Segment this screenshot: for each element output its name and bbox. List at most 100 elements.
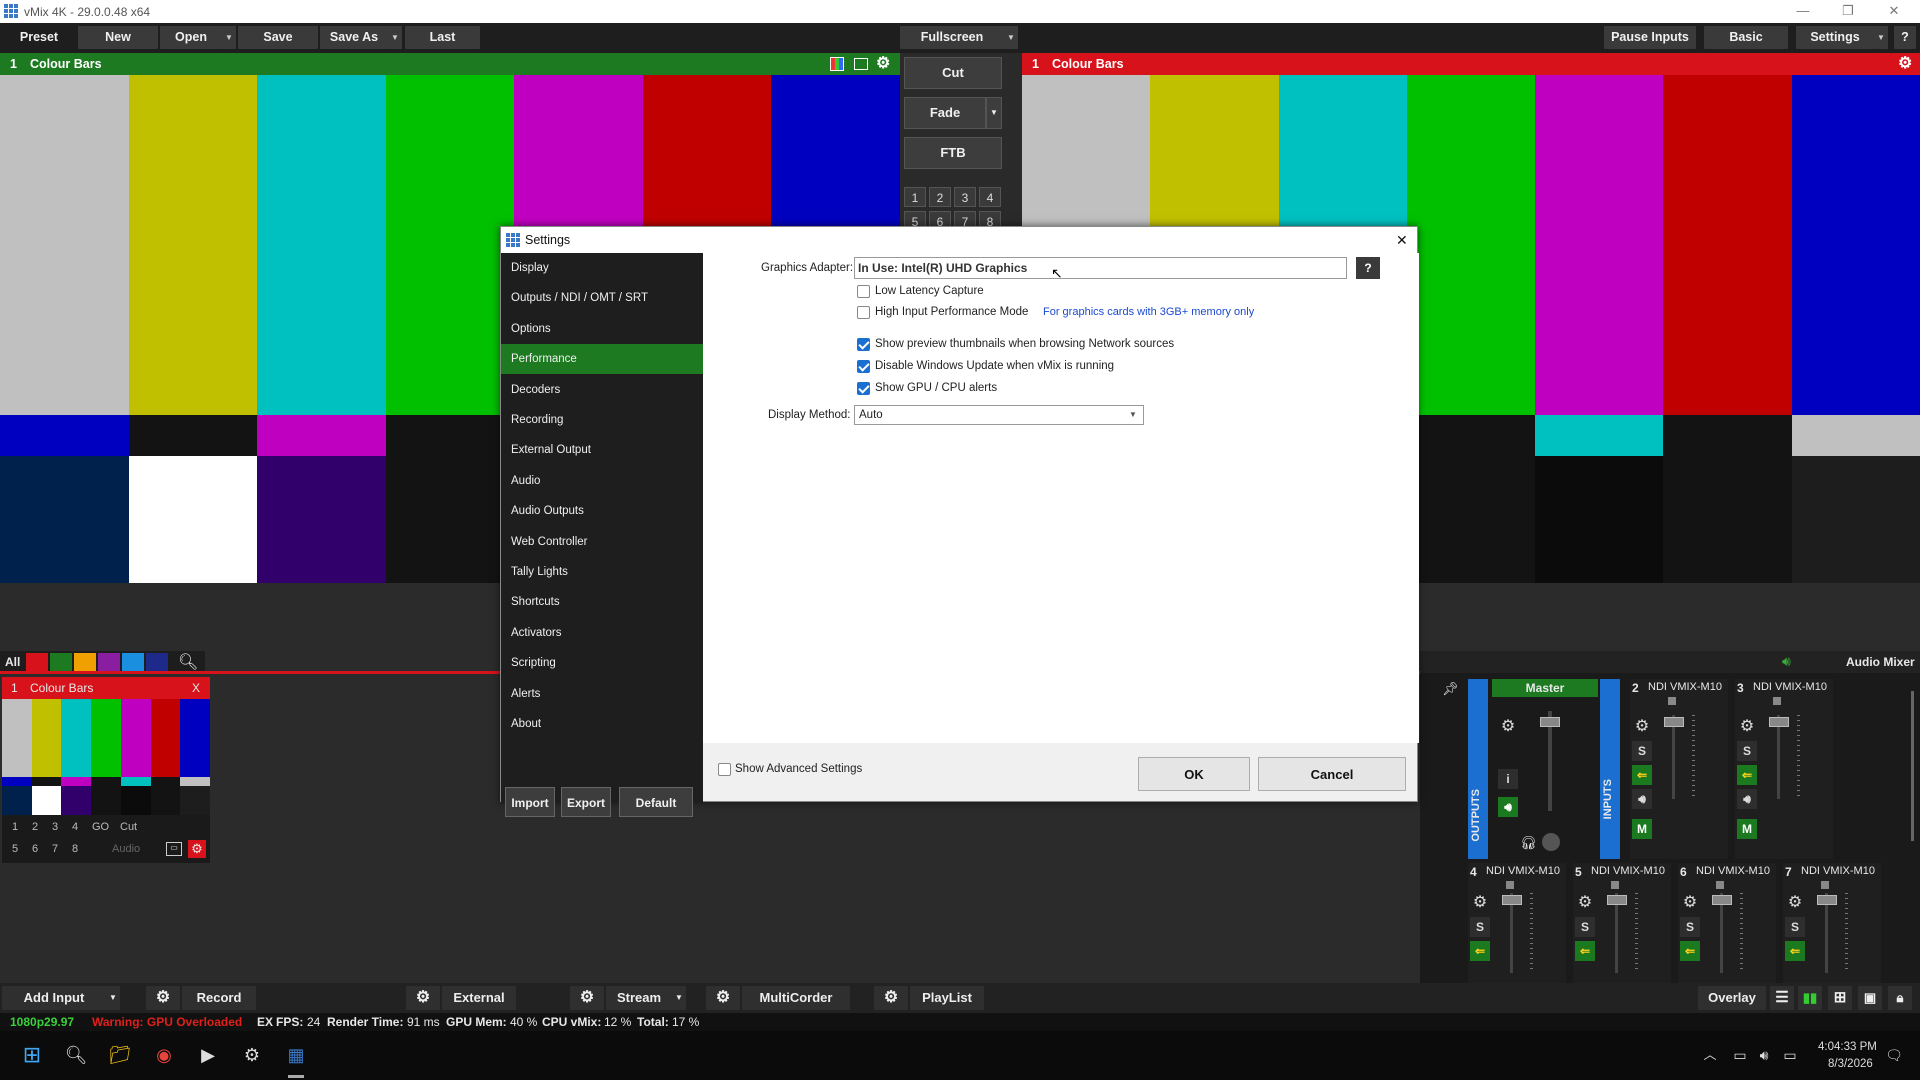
pause-inputs-button[interactable]: Pause Inputs bbox=[1604, 26, 1696, 49]
levels-icon[interactable]: ▮▮ bbox=[1798, 986, 1822, 1010]
sidebar-item-external-output[interactable]: External Output bbox=[501, 435, 703, 465]
stream-gear-icon[interactable]: ⚙ bbox=[570, 986, 604, 1010]
mixer-scrollbar[interactable] bbox=[1911, 691, 1914, 841]
graphics-help-button[interactable]: ? bbox=[1356, 257, 1380, 279]
channel-gear-icon[interactable]: ⚙ bbox=[1575, 893, 1595, 913]
pan-slider[interactable] bbox=[1821, 881, 1829, 889]
add-input-button[interactable]: Add Input bbox=[2, 986, 106, 1010]
multicorder-gear-icon[interactable]: ⚙ bbox=[706, 986, 740, 1010]
stream-dropdown-icon[interactable]: ▼ bbox=[672, 986, 686, 1010]
sidebar-item-display[interactable]: Display bbox=[501, 253, 703, 283]
transition-number-2[interactable]: 2 bbox=[929, 187, 951, 207]
channel-gear-icon[interactable]: ⚙ bbox=[1632, 717, 1652, 737]
channel-fader[interactable] bbox=[1769, 717, 1789, 727]
channel-audio-icon[interactable]: 🔊︎ bbox=[1737, 789, 1757, 809]
solo-button[interactable]: S bbox=[1575, 917, 1595, 937]
sidebar-item-performance[interactable]: Performance bbox=[501, 344, 703, 375]
input-control-1[interactable]: 1 bbox=[12, 821, 18, 833]
sidebar-item-shortcuts[interactable]: Shortcuts bbox=[501, 587, 703, 617]
headphones-icon[interactable]: 🎧︎ bbox=[1520, 835, 1537, 851]
sidebar-item-tally-lights[interactable]: Tally Lights bbox=[501, 557, 703, 587]
channel-gear-icon[interactable]: ⚙ bbox=[1785, 893, 1805, 913]
input-control-3[interactable]: 3 bbox=[52, 821, 58, 833]
route-arrow-icon[interactable]: ⇐ bbox=[1680, 941, 1700, 961]
master-gear-icon[interactable]: ⚙ bbox=[1498, 717, 1518, 737]
channel-gear-icon[interactable]: ⚙ bbox=[1470, 893, 1490, 913]
master-audio-icon[interactable]: 🔊︎ bbox=[1498, 797, 1518, 817]
playlist-button[interactable]: PlayList bbox=[910, 986, 984, 1010]
input-control-go[interactable]: GO bbox=[92, 821, 109, 833]
route-arrow-icon[interactable]: ⇐ bbox=[1632, 765, 1652, 785]
input-control-cut[interactable]: Cut bbox=[120, 821, 137, 833]
filter-color-swatch[interactable] bbox=[146, 653, 168, 671]
screen-capture-icon[interactable]: ▣ bbox=[1858, 986, 1882, 1010]
sidebar-item-audio[interactable]: Audio bbox=[501, 466, 703, 496]
master-info-button[interactable]: i bbox=[1498, 769, 1518, 789]
help-button[interactable]: ? bbox=[1894, 26, 1916, 49]
cancel-button[interactable]: Cancel bbox=[1258, 757, 1406, 791]
search-icon[interactable]: 🔍︎ bbox=[178, 652, 198, 672]
route-arrow-icon[interactable]: ⇐ bbox=[1575, 941, 1595, 961]
channel-fader[interactable] bbox=[1502, 895, 1522, 905]
show-thumbnails-checkbox[interactable] bbox=[857, 338, 870, 351]
save-as-button[interactable]: Save As bbox=[320, 26, 388, 49]
new-button[interactable]: New bbox=[78, 26, 158, 49]
graphics-adapter-field[interactable]: In Use: Intel(R) UHD Graphics bbox=[854, 257, 1347, 279]
fade-dropdown-icon[interactable]: ▼ bbox=[986, 97, 1002, 129]
settings-dropdown-icon[interactable]: ▼ bbox=[1874, 26, 1888, 49]
mute-button[interactable]: M bbox=[1632, 819, 1652, 839]
solo-button[interactable]: S bbox=[1680, 917, 1700, 937]
sidebar-item-recording[interactable]: Recording bbox=[501, 405, 703, 435]
external-button[interactable]: External bbox=[442, 986, 516, 1010]
input-control-2[interactable]: 2 bbox=[32, 821, 38, 833]
notification-icon[interactable]: 🗨︎ bbox=[1880, 1041, 1908, 1069]
overlay-button[interactable]: Overlay bbox=[1698, 986, 1766, 1010]
sidebar-item-options[interactable]: Options bbox=[501, 314, 703, 344]
import-button[interactable]: Import bbox=[505, 787, 555, 817]
fullscreen-dropdown-icon[interactable]: ▼ bbox=[1004, 26, 1018, 49]
filter-color-swatch[interactable] bbox=[26, 653, 48, 671]
pan-slider[interactable] bbox=[1716, 881, 1724, 889]
channel-gear-icon[interactable]: ⚙ bbox=[1680, 893, 1700, 913]
battery-icon[interactable]: ▭ bbox=[1776, 1041, 1804, 1069]
input-close-button[interactable]: X bbox=[192, 677, 200, 699]
sidebar-item-activators[interactable]: Activators bbox=[501, 618, 703, 648]
channel-fader[interactable] bbox=[1607, 895, 1627, 905]
solo-button[interactable]: S bbox=[1785, 917, 1805, 937]
fullscreen-button[interactable]: Fullscreen bbox=[900, 26, 1004, 49]
close-window-icon[interactable]: ✕ bbox=[1884, 2, 1904, 20]
sidebar-item-about[interactable]: About bbox=[501, 709, 703, 739]
ftb-button[interactable]: FTB bbox=[904, 137, 1002, 169]
cut-button[interactable]: Cut bbox=[904, 57, 1002, 89]
basic-button[interactable]: Basic bbox=[1704, 26, 1788, 49]
filter-color-swatch[interactable] bbox=[122, 653, 144, 671]
input-overlay-6[interactable]: 6 bbox=[32, 843, 38, 855]
open-dropdown-icon[interactable]: ▼ bbox=[222, 26, 236, 49]
dialog-close-button[interactable]: ✕ bbox=[1396, 227, 1408, 253]
sidebar-item-decoders[interactable]: Decoders bbox=[501, 375, 703, 405]
solo-button[interactable]: S bbox=[1470, 917, 1490, 937]
record-gear-icon[interactable]: ⚙ bbox=[146, 986, 180, 1010]
filter-color-swatch[interactable] bbox=[74, 653, 96, 671]
save-as-dropdown-icon[interactable]: ▼ bbox=[388, 26, 402, 49]
master-fader[interactable] bbox=[1540, 717, 1560, 727]
chrome-icon[interactable]: ◉ bbox=[150, 1041, 178, 1069]
channel-fader[interactable] bbox=[1664, 717, 1684, 727]
taskbar-time[interactable]: 4:04:33 PM bbox=[1818, 1041, 1877, 1053]
ok-button[interactable]: OK bbox=[1138, 757, 1250, 791]
file-explorer-icon[interactable]: 📁︎ bbox=[106, 1041, 134, 1069]
record-button[interactable]: Record bbox=[182, 986, 256, 1010]
stream-button[interactable]: Stream bbox=[606, 986, 672, 1010]
volume-icon[interactable]: 🔊︎ bbox=[1750, 1041, 1778, 1069]
pan-slider[interactable] bbox=[1668, 697, 1676, 705]
export-button[interactable]: Export bbox=[561, 787, 611, 817]
input-audio-button[interactable]: Audio bbox=[112, 843, 140, 855]
open-button[interactable]: Open bbox=[160, 26, 222, 49]
minimize-icon[interactable]: — bbox=[1793, 2, 1813, 20]
colour-correction-icon[interactable] bbox=[830, 57, 844, 71]
solo-button[interactable]: S bbox=[1737, 741, 1757, 761]
preset-button[interactable]: Preset bbox=[2, 26, 76, 49]
input-overlay-7[interactable]: 7 bbox=[52, 843, 58, 855]
sidebar-item-alerts[interactable]: Alerts bbox=[501, 679, 703, 709]
mute-button[interactable]: M bbox=[1737, 819, 1757, 839]
